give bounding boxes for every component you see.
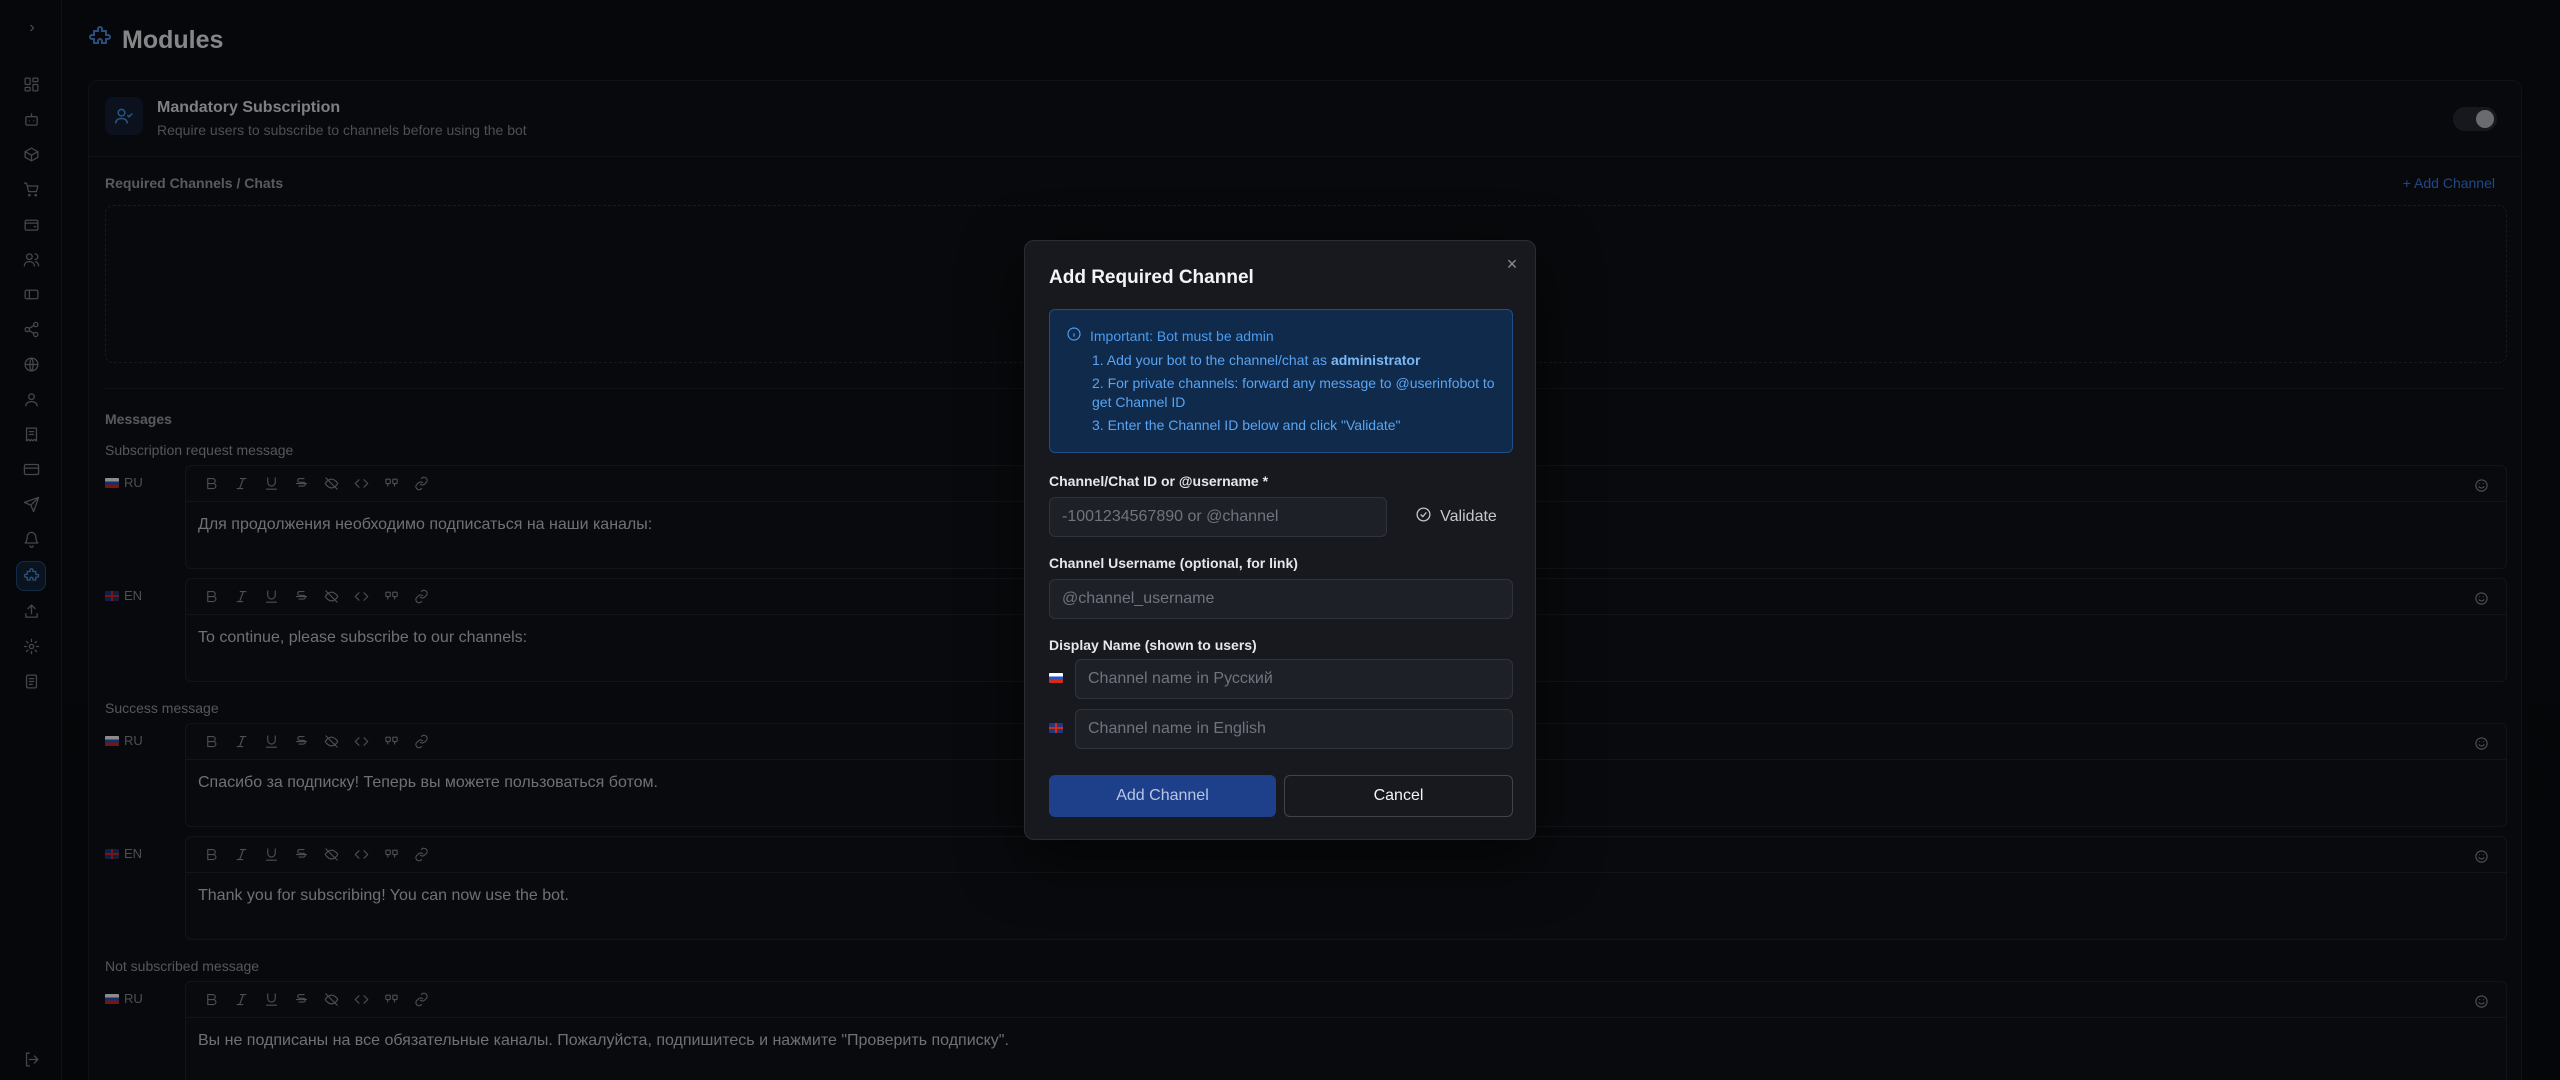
channel-id-label: Channel/Chat ID or @username * (1049, 473, 1269, 489)
display-name-en-input[interactable]: Channel name in English (1075, 709, 1513, 749)
close-icon[interactable]: × (1503, 255, 1521, 273)
display-name-ru-input[interactable]: Channel name in Русский (1075, 659, 1513, 699)
info-alert: Important: Bot must be admin 1. Add your… (1049, 309, 1513, 453)
info-icon (1066, 326, 1082, 345)
username-input[interactable]: @channel_username (1049, 579, 1513, 619)
cancel-button[interactable]: Cancel (1284, 775, 1513, 817)
flag-en-icon (1049, 723, 1063, 733)
display-name-label: Display Name (shown to users) (1049, 637, 1257, 653)
channel-id-input[interactable]: -1001234567890 or @channel (1049, 497, 1387, 537)
info-step-1-text: 1. Add your bot to the channel/chat as (1092, 352, 1331, 368)
info-step-1-bold: administrator (1330, 352, 1421, 368)
validate-button[interactable]: Validate (1399, 497, 1513, 537)
add-channel-modal: × Add Required Channel Important: Bot mu… (1024, 240, 1536, 840)
info-steps: 1. Add your bot to the channel/chat as a… (1066, 351, 1496, 435)
check-circle-icon (1415, 506, 1432, 528)
validate-label: Validate (1440, 508, 1497, 525)
info-step-2: 2. For private channels: forward any mes… (1092, 375, 1495, 410)
info-step-3: 3. Enter the Channel ID below and click … (1092, 417, 1401, 433)
flag-ru-icon (1049, 673, 1063, 683)
modal-title: Add Required Channel (1049, 267, 1254, 288)
username-label: Channel Username (optional, for link) (1049, 555, 1298, 571)
add-channel-button[interactable]: Add Channel (1049, 775, 1276, 817)
info-heading: Important: Bot must be admin (1066, 326, 1496, 345)
info-heading-text: Important: Bot must be admin (1090, 327, 1274, 344)
info-step-1: 1. Add your bot to the channel/chat as a… (1092, 351, 1496, 370)
